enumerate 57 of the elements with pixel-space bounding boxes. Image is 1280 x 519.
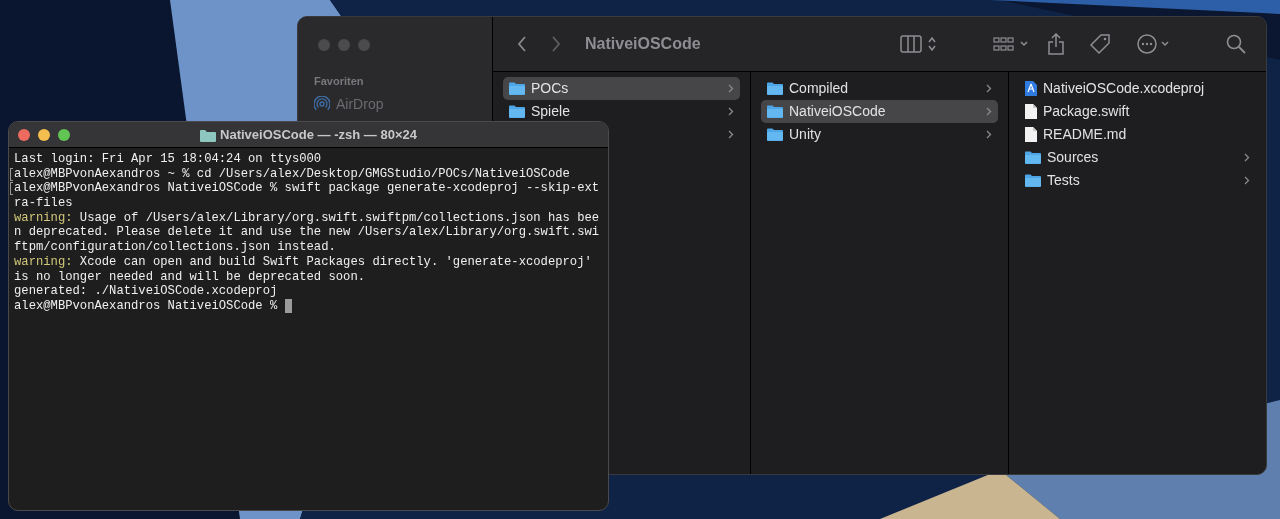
terminal-line: Last login: Fri Apr 15 18:04:24 on ttys000 bbox=[14, 152, 322, 166]
terminal-line: ftpm/configuration/collections.json instead. bbox=[14, 240, 336, 255]
minimize-button[interactable] bbox=[38, 128, 50, 141]
terminal-line: is no longer needed and will be deprecated soon. bbox=[14, 269, 366, 284]
file-row[interactable]: Spiele bbox=[503, 100, 740, 123]
file-name: NativeiOSCode.xcodeproj bbox=[1043, 79, 1205, 98]
file-row[interactable]: Tests bbox=[1019, 169, 1256, 192]
file-name: Unity bbox=[789, 125, 821, 144]
folder-icon bbox=[509, 82, 525, 95]
folder-icon bbox=[767, 128, 783, 141]
folder-icon bbox=[200, 128, 217, 142]
share-icon[interactable] bbox=[1047, 33, 1065, 55]
sidebar-heading: Favoriten bbox=[314, 74, 364, 89]
file-name: POCs bbox=[531, 79, 569, 98]
file-row[interactable]: NativeiOSCode.xcodeproj bbox=[1019, 77, 1256, 100]
folder-icon bbox=[767, 82, 783, 95]
file-row[interactable]: Compiled bbox=[761, 77, 998, 100]
file-name: Compiled bbox=[789, 79, 849, 98]
file-row[interactable]: Package.swift bbox=[1019, 100, 1256, 123]
terminal-line: ra-files bbox=[14, 196, 73, 211]
window-title: NativeiOSCode bbox=[585, 34, 701, 54]
file-name: Sources bbox=[1047, 148, 1099, 167]
column-view-icon[interactable] bbox=[900, 35, 938, 53]
document-icon bbox=[1025, 127, 1037, 142]
terminal-line: alex@MBPvonAexandros NativeiOSCode % swift package generate-xcodeproj --skip-ext bbox=[14, 181, 600, 196]
file-name: README.md bbox=[1043, 125, 1127, 144]
folder-icon bbox=[509, 105, 525, 118]
terminal-line: warning: Xcode can open and build Swift Packages directly. 'generate-xcodeproj' bbox=[14, 254, 592, 269]
back-icon[interactable] bbox=[517, 36, 527, 52]
file-name: Tests bbox=[1047, 171, 1080, 190]
airdrop-icon bbox=[314, 96, 330, 112]
file-name: Spiele bbox=[531, 102, 570, 121]
terminal-title: NativeiOSCode — -zsh — 80×24 bbox=[220, 126, 417, 145]
group-icon[interactable] bbox=[993, 35, 1031, 53]
terminal-line: generated: ./NativeiOSCode.xcodeproj bbox=[14, 284, 278, 299]
terminal-line: alex@MBPvonAexandros ~ % cd /Users/alex/Desktop/GMGStudio/POCs/NativeiOSCode bbox=[14, 166, 570, 181]
file-row[interactable]: NativeiOSCode bbox=[761, 100, 998, 123]
search-icon[interactable] bbox=[1226, 34, 1246, 54]
folder-icon bbox=[1025, 174, 1041, 187]
folder-icon bbox=[767, 105, 783, 118]
terminal-line: warning: Usage of /Users/alex/Library/org.swift.swiftpm/collections.json has bee bbox=[14, 210, 600, 225]
file-row[interactable]: Unity bbox=[761, 123, 998, 146]
terminal-line: n deprecated. Please delete it and use the new /Users/alex/Library/org.swift.swi bbox=[14, 225, 600, 240]
file-row[interactable]: POCs bbox=[503, 77, 740, 100]
close-button[interactable] bbox=[18, 128, 30, 141]
more-icon[interactable] bbox=[1136, 33, 1172, 55]
zoom-button[interactable] bbox=[58, 128, 70, 141]
file-row[interactable]: Sources bbox=[1019, 146, 1256, 169]
document-icon bbox=[1025, 104, 1037, 119]
file-name: Package.swift bbox=[1043, 102, 1130, 121]
folder-icon bbox=[1025, 151, 1041, 164]
terminal-line: alex@MBPvonAexandros NativeiOSCode % bbox=[14, 298, 279, 313]
file-row[interactable]: README.md bbox=[1019, 123, 1256, 146]
file-name: NativeiOSCode bbox=[789, 102, 886, 121]
tag-icon[interactable] bbox=[1089, 33, 1111, 55]
blueprint-document-icon bbox=[1025, 81, 1037, 96]
forward-icon[interactable] bbox=[551, 36, 561, 52]
